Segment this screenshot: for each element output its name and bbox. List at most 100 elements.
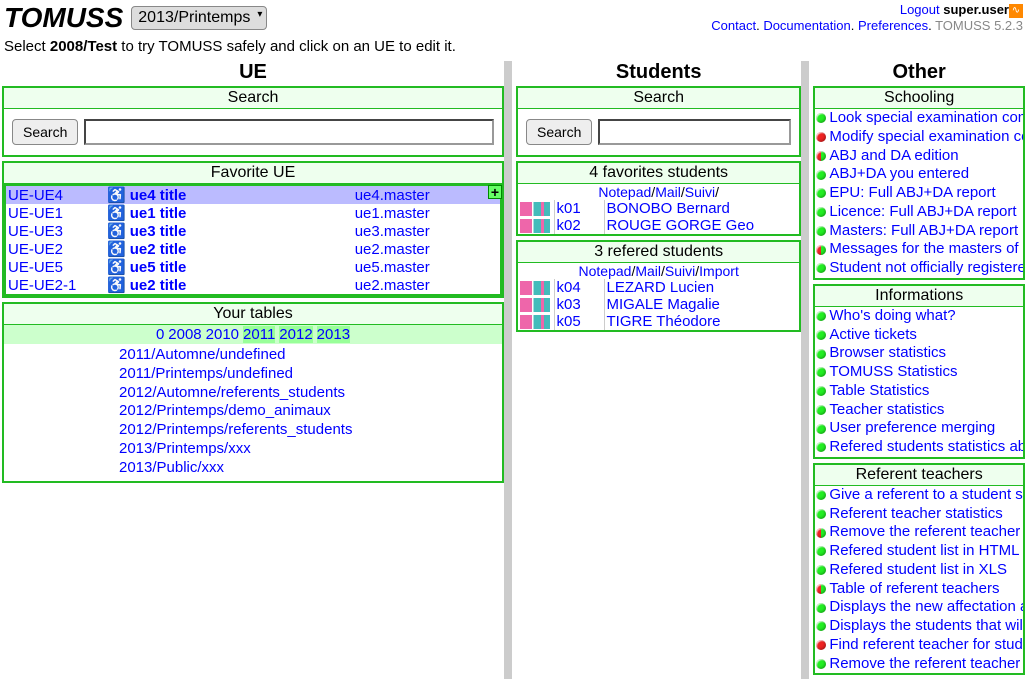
student-name: MIGALE Magalie: [604, 296, 799, 313]
other-link[interactable]: ABJ and DA edition: [815, 147, 1023, 166]
other-section-title: Referent teachers: [815, 465, 1023, 486]
other-link[interactable]: ABJ+DA you entered: [815, 165, 1023, 184]
year-filter-2011[interactable]: 2011: [243, 326, 275, 343]
favorite-ue-row[interactable]: UE-UE1♿ue1 titleue1.master: [5, 204, 501, 222]
other-link[interactable]: Table of referent teachers: [815, 580, 1023, 599]
table-link[interactable]: 2012/Printemps/demo_animaux: [119, 402, 502, 421]
other-link[interactable]: User preference merging: [815, 419, 1023, 438]
other-link-label: User preference merging: [829, 419, 995, 438]
student-action-import[interactable]: Import: [699, 263, 739, 279]
student-action-mail[interactable]: Mail: [635, 263, 661, 279]
other-link[interactable]: Refered students statistics abo: [815, 438, 1023, 457]
ue-code: UE-UE3: [5, 222, 105, 240]
student-action-notepad[interactable]: Notepad: [598, 184, 651, 200]
other-link[interactable]: Masters: Full ABJ+DA report: [815, 222, 1023, 241]
ue-column-title: UE: [2, 61, 504, 86]
other-link[interactable]: Find referent teacher for stude: [815, 636, 1023, 655]
students-column-title: Students: [516, 61, 801, 86]
other-link[interactable]: Referent teacher statistics: [815, 505, 1023, 524]
wheelchair-icon: ♿: [105, 258, 128, 276]
students-search-button[interactable]: Search: [526, 119, 592, 145]
other-link[interactable]: Student not officially registered: [815, 259, 1023, 278]
student-row[interactable]: k03MIGALE Magalie: [518, 296, 799, 313]
other-link[interactable]: Refered student list in XLS: [815, 561, 1023, 580]
header-link-contact[interactable]: Contact: [711, 18, 756, 33]
student-action-suivi[interactable]: Suivi: [685, 184, 715, 200]
year-filter-2010[interactable]: 2010: [206, 326, 239, 343]
other-link[interactable]: EPU: Full ABJ+DA report: [815, 184, 1023, 203]
other-link[interactable]: Browser statistics: [815, 344, 1023, 363]
ue-search-input[interactable]: [84, 119, 494, 145]
status-dot-icon: [816, 621, 826, 631]
favorite-ue-row[interactable]: UE-UE4♿ue4 titleue4.master: [5, 185, 501, 204]
other-section-title: Schooling: [815, 88, 1023, 109]
ue-master: ue5.master: [353, 258, 501, 276]
table-link[interactable]: 2013/Public/xxx: [119, 459, 502, 478]
other-link-label: Browser statistics: [829, 344, 946, 363]
other-link[interactable]: Active tickets: [815, 326, 1023, 345]
ue-code: UE-UE2: [5, 240, 105, 258]
other-link[interactable]: Who's doing what?: [815, 307, 1023, 326]
favorite-ue-row[interactable]: UE-UE3♿ue3 titleue3.master: [5, 222, 501, 240]
ue-title: ue4 title: [128, 185, 353, 204]
header-link-documentation[interactable]: Documentation: [763, 18, 850, 33]
table-link[interactable]: 2012/Printemps/referents_students: [119, 421, 502, 440]
wheelchair-icon: ♿: [105, 276, 128, 295]
ue-code: UE-UE2-1: [5, 276, 105, 295]
wheelchair-icon: ♿: [105, 204, 128, 222]
favorite-ue-table: UE-UE4♿ue4 titleue4.masterUE-UE1♿ue1 tit…: [4, 184, 502, 296]
other-link[interactable]: Messages for the masters of U: [815, 240, 1023, 259]
ue-search-button[interactable]: Search: [12, 119, 78, 145]
table-link[interactable]: 2011/Printemps/undefined: [119, 365, 502, 384]
student-row[interactable]: k05TIGRE Théodore: [518, 313, 799, 330]
status-dot-icon: [816, 442, 826, 452]
header-link-preferences[interactable]: Preferences: [858, 18, 928, 33]
other-link-label: Licence: Full ABJ+DA report: [829, 203, 1016, 222]
other-link[interactable]: Give a referent to a student se: [815, 486, 1023, 505]
other-link[interactable]: Look special examination cond: [815, 109, 1023, 128]
students-scrollbar[interactable]: [801, 61, 809, 679]
student-row[interactable]: k01BONOBO Bernard: [518, 200, 799, 217]
table-link[interactable]: 2011/Automne/undefined: [119, 346, 502, 365]
other-link[interactable]: Refered student list in HTML: [815, 542, 1023, 561]
student-row[interactable]: k02ROUGE GORGE Geo: [518, 217, 799, 234]
table-link[interactable]: 2013/Printemps/xxx: [119, 440, 502, 459]
student-id: k01: [554, 200, 604, 217]
status-dot-icon: [816, 367, 826, 377]
wheelchair-icon: ♿: [105, 185, 128, 204]
your-tables-panel: Your tables 020082010201120122013 2011/A…: [2, 302, 504, 483]
other-link[interactable]: TOMUSS Statistics: [815, 363, 1023, 382]
student-id: k03: [554, 296, 604, 313]
ue-scrollbar[interactable]: [504, 61, 512, 679]
ue-master: ue3.master: [353, 222, 501, 240]
other-link[interactable]: Displays the new affectation a: [815, 598, 1023, 617]
other-link-label: Refered student list in HTML: [829, 542, 1019, 561]
year-filter-2008[interactable]: 2008: [168, 326, 201, 343]
semester-select[interactable]: 2013/Printemps: [131, 6, 267, 30]
other-link[interactable]: Modify special examination cor: [815, 128, 1023, 147]
other-link[interactable]: Table Statistics: [815, 382, 1023, 401]
other-link[interactable]: Licence: Full ABJ+DA report: [815, 203, 1023, 222]
year-filter-2013[interactable]: 2013: [317, 326, 350, 343]
favorite-ue-row[interactable]: UE-UE5♿ue5 titleue5.master: [5, 258, 501, 276]
favorite-ue-row[interactable]: UE-UE2-1♿ue2 titleue2.master: [5, 276, 501, 295]
favorite-ue-row[interactable]: UE-UE2♿ue2 titleue2.master: [5, 240, 501, 258]
student-action-notepad[interactable]: Notepad: [579, 263, 632, 279]
year-filter-0[interactable]: 0: [156, 326, 164, 343]
other-link[interactable]: Remove the referent teacher o: [815, 655, 1023, 674]
status-dot-icon: [816, 132, 826, 142]
other-link-label: Refered student list in XLS: [829, 561, 1007, 580]
student-action-mail[interactable]: Mail: [655, 184, 681, 200]
table-link[interactable]: 2012/Automne/referents_students: [119, 384, 502, 403]
ue-code: UE-UE4: [5, 185, 105, 204]
student-action-suivi[interactable]: Suivi: [665, 263, 695, 279]
rss-icon[interactable]: ∿: [1009, 4, 1023, 18]
other-link[interactable]: Remove the referent teacher o: [815, 523, 1023, 542]
student-row[interactable]: k04LEZARD Lucien: [518, 279, 799, 296]
add-favorite-ue-button[interactable]: +: [488, 185, 502, 199]
logout-link[interactable]: Logout: [900, 2, 940, 17]
year-filter-2012[interactable]: 2012: [279, 326, 312, 343]
other-link[interactable]: Teacher statistics: [815, 401, 1023, 420]
student-chart-icon: [520, 315, 550, 329]
students-search-input[interactable]: [598, 119, 791, 145]
